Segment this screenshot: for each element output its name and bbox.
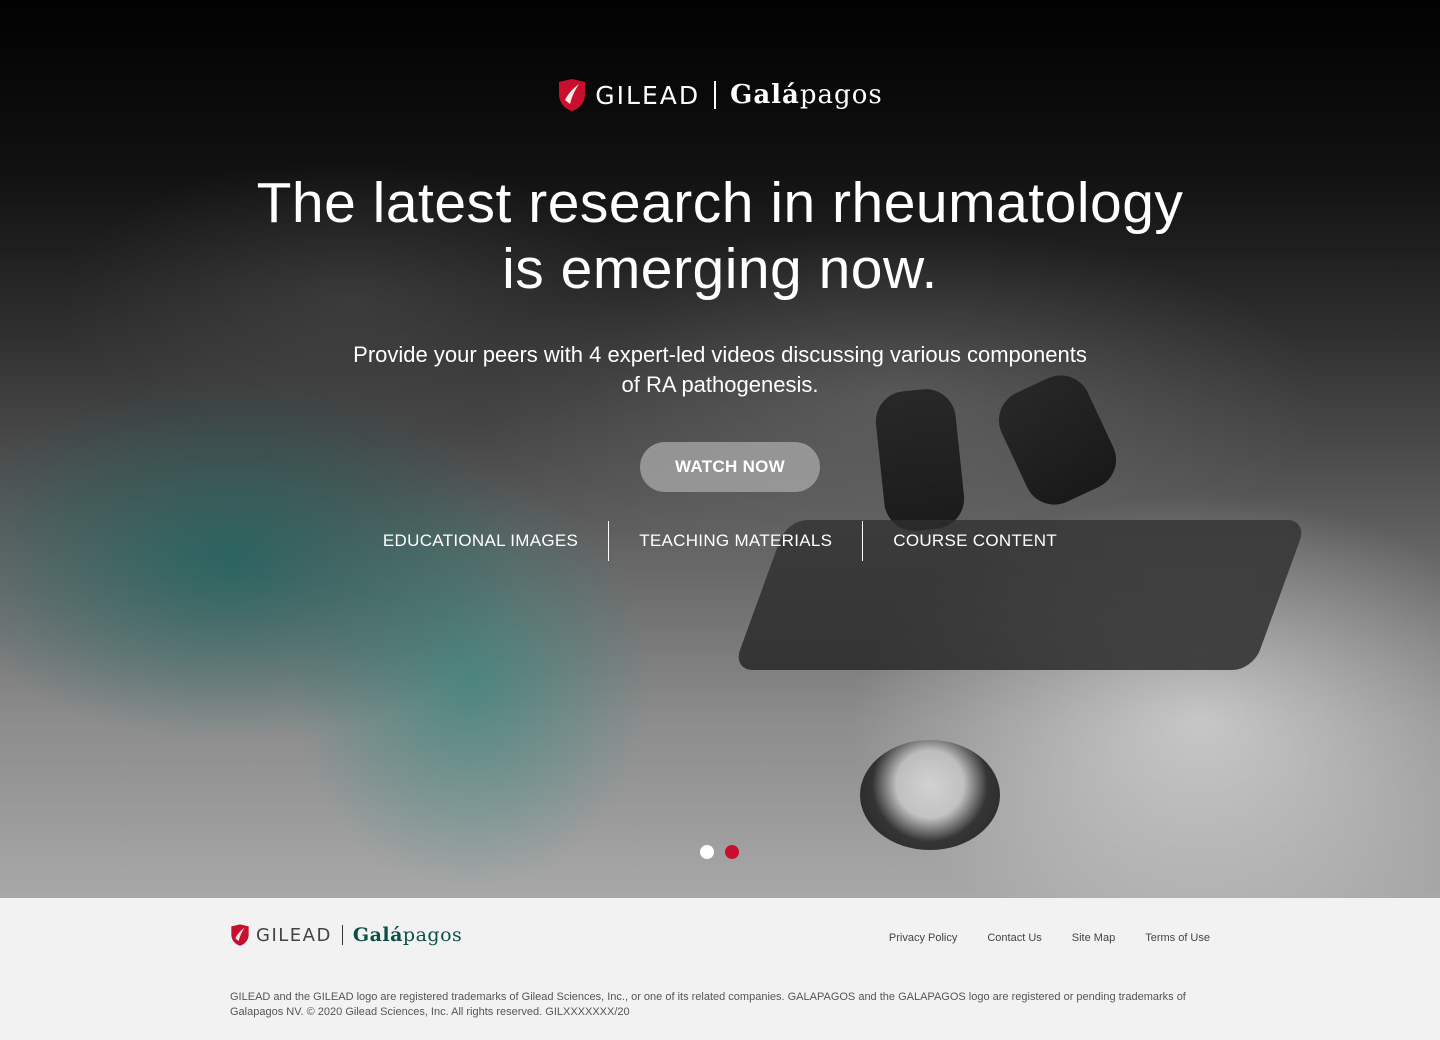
hero-subtext: Provide your peers with 4 expert-led vid… — [0, 340, 1440, 400]
gilead-wordmark: GILEAD — [595, 80, 701, 110]
footer-link-privacy-policy[interactable]: Privacy Policy — [889, 932, 957, 944]
hero-section: GILEAD Galápagos The latest research in … — [0, 0, 1440, 898]
galapagos-wordmark-rest: pagos — [799, 80, 883, 110]
footer-nav: Privacy Policy Contact Us Site Map Terms… — [889, 932, 1210, 944]
footer: GILEAD Galápagos Privacy Policy Contact … — [0, 898, 1440, 1040]
link-educational-images[interactable]: EDUCATIONAL IMAGES — [353, 521, 608, 561]
header-logo[interactable]: GILEAD Galápagos — [0, 78, 1440, 112]
gilead-shield-icon — [559, 79, 586, 111]
carousel-dot-2-active[interactable] — [725, 845, 739, 859]
gilead-shield-icon — [231, 924, 249, 946]
footer-galapagos-wordmark: Galápagos — [353, 924, 462, 946]
galapagos-wordmark: Galápagos — [730, 80, 883, 110]
link-teaching-materials[interactable]: TEACHING MATERIALS — [609, 521, 862, 561]
footer-gilead-wordmark: GILEAD — [256, 924, 332, 946]
hero-headline: The latest research in rheumatology is e… — [0, 170, 1440, 302]
carousel-dots — [700, 845, 739, 859]
subtext-line-1: Provide your peers with 4 expert-led vid… — [353, 342, 1087, 367]
footer-logo[interactable]: GILEAD Galápagos — [230, 922, 462, 948]
footer-link-site-map[interactable]: Site Map — [1072, 932, 1115, 944]
footer-link-terms-of-use[interactable]: Terms of Use — [1145, 932, 1210, 944]
footer-link-contact-us[interactable]: Contact Us — [987, 932, 1041, 944]
legal-text: GILEAD and the GILEAD logo are registere… — [230, 991, 1186, 1018]
hero-links: EDUCATIONAL IMAGES TEACHING MATERIALS CO… — [0, 521, 1440, 561]
headline-line-2: is emerging now. — [502, 237, 938, 301]
headline-line-1: The latest research in rheumatology — [256, 171, 1184, 235]
footer-galapagos-bold: Galá — [352, 924, 403, 946]
subtext-line-2: of RA pathogenesis. — [621, 372, 819, 397]
galapagos-wordmark-bold: Galá — [730, 80, 800, 110]
brand-lockup: GILEAD Galápagos — [557, 78, 882, 112]
watch-now-button[interactable]: WATCH NOW — [640, 442, 820, 492]
footer-logo-divider — [341, 925, 343, 945]
link-course-content[interactable]: COURSE CONTENT — [863, 521, 1087, 561]
footer-galapagos-rest: pagos — [402, 924, 463, 946]
logo-divider — [714, 81, 717, 109]
carousel-dot-1[interactable] — [700, 845, 714, 859]
